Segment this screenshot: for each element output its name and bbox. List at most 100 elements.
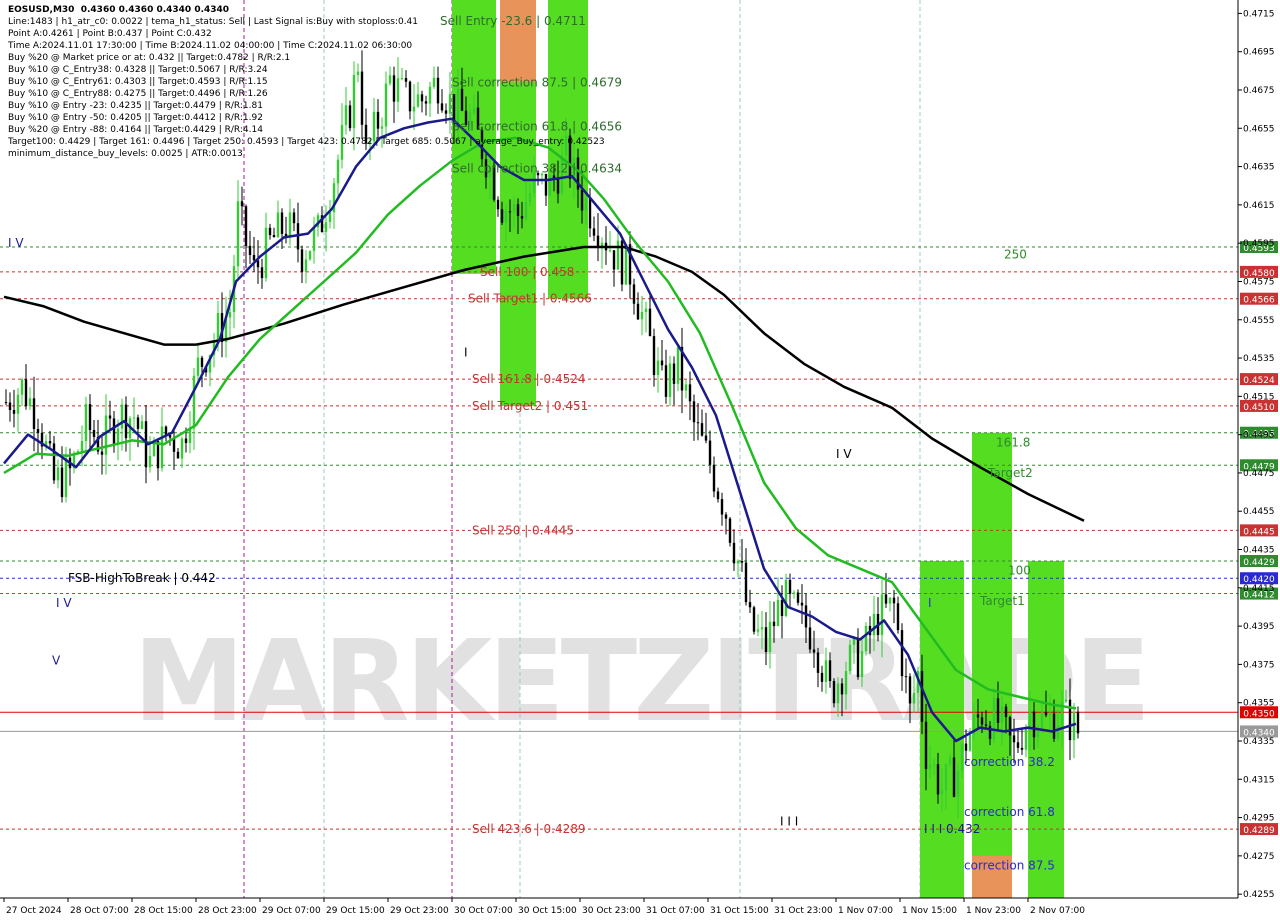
chart-annotation: Sell 161.8 | 0.4524 xyxy=(472,372,586,386)
chart-annotation: correction 61.8 xyxy=(964,805,1055,819)
y-tick-label: 0.4695 xyxy=(1243,48,1275,58)
chart-annotation: Sell Target1 | 0.4566 xyxy=(468,292,592,306)
x-tick-label: 30 Oct 07:00 xyxy=(454,906,513,916)
candle-body xyxy=(1004,706,1008,718)
x-tick-label: 31 Oct 07:00 xyxy=(646,906,705,916)
x-tick-label: 28 Oct 07:00 xyxy=(70,906,129,916)
y-tick-label: 0.4415 xyxy=(1243,584,1275,594)
candle-body xyxy=(692,401,696,423)
y-tick-label: 0.4495 xyxy=(1243,431,1275,441)
info-line: Buy %10 @ C_Entry88: 0.4275 || Target:0.… xyxy=(8,89,268,99)
candle-body xyxy=(288,212,292,237)
candle-body xyxy=(744,562,748,603)
candle-body xyxy=(8,402,12,411)
y-tick-label: 0.4535 xyxy=(1243,354,1275,364)
y-tick-label: 0.4435 xyxy=(1243,546,1275,556)
chart-annotation: 250 xyxy=(1004,248,1027,262)
candle-body xyxy=(116,428,120,445)
candle-body xyxy=(108,415,112,419)
candle-body xyxy=(60,467,64,498)
candle-body xyxy=(504,211,508,223)
candle-body xyxy=(1076,711,1080,734)
candle-body xyxy=(652,336,656,376)
candle-body xyxy=(272,235,276,238)
candle-body xyxy=(1056,725,1060,739)
candle-body xyxy=(912,692,916,704)
y-tick-label: 0.4295 xyxy=(1243,814,1275,824)
candle-body xyxy=(508,211,512,213)
candle-body xyxy=(336,159,340,184)
candle-body xyxy=(696,422,700,424)
x-tick-label: 28 Oct 23:00 xyxy=(198,906,257,916)
candle-body xyxy=(976,714,980,718)
candle-body xyxy=(632,284,636,304)
candle-body xyxy=(844,670,848,695)
candle-body xyxy=(712,464,716,492)
candle-body xyxy=(616,240,620,270)
x-tick-label: 30 Oct 15:00 xyxy=(518,906,577,916)
info-line: Line:1483 | h1_atr_c0: 0.0022 | tema_h1_… xyxy=(8,17,419,27)
candle-body xyxy=(1028,711,1032,729)
chart-annotation: correction 38.2 xyxy=(964,755,1055,769)
candle-body xyxy=(4,402,8,404)
candle-body xyxy=(512,204,516,212)
y-tick-label: 0.4655 xyxy=(1243,124,1275,134)
candle-body xyxy=(252,255,256,261)
chart-annotation: V xyxy=(52,654,61,668)
candle-body xyxy=(32,398,36,429)
info-line: Buy %10 @ C_Entry61: 0.4303 || Target:0.… xyxy=(8,77,268,87)
candle-body xyxy=(324,222,328,232)
candle-body xyxy=(300,249,304,272)
symbol-label: EOSUSD,M30 xyxy=(8,5,75,15)
x-tick-label: 30 Oct 23:00 xyxy=(582,906,641,916)
info-line: Buy %10 @ Entry -50: 0.4205 || Target:0.… xyxy=(8,113,263,123)
candle-body xyxy=(28,398,32,407)
candle-body xyxy=(292,212,296,224)
candle-body xyxy=(240,201,244,207)
candle-body xyxy=(612,250,616,270)
candle-body xyxy=(936,764,940,795)
candle-body xyxy=(308,250,312,260)
candle-body xyxy=(92,430,96,437)
candle-body xyxy=(64,457,68,498)
candle-body xyxy=(992,698,996,739)
candle-body xyxy=(848,644,852,671)
candle-body xyxy=(1024,728,1028,750)
candle-body xyxy=(792,592,796,594)
candle-body xyxy=(900,630,904,677)
candle-body xyxy=(304,259,308,272)
candle-body xyxy=(892,597,896,604)
candle-body xyxy=(132,417,136,419)
candle-body xyxy=(640,312,644,320)
chart-annotation: Sell correction 38.2 | 0.4634 xyxy=(452,161,622,175)
candle-body xyxy=(20,379,24,395)
indicator-info-panel: EOSUSD,M30 0.4360 0.4360 0.4340 0.4340 L… xyxy=(8,4,605,160)
candle-body xyxy=(556,178,560,194)
y-tick-label: 0.4375 xyxy=(1243,660,1275,670)
x-tick-label: 1 Nov 07:00 xyxy=(838,906,893,916)
candle-body xyxy=(684,384,688,391)
candle-body xyxy=(580,189,584,211)
candle-body xyxy=(668,363,672,397)
price-level-badge-label: 0.4524 xyxy=(1243,376,1275,386)
candle-body xyxy=(940,790,944,795)
info-line: Target100: 0.4429 | Target 161: 0.4496 |… xyxy=(8,137,605,147)
candle-body xyxy=(756,629,760,632)
chart-annotation: correction 87.5 xyxy=(964,858,1055,872)
candle-body xyxy=(24,379,28,407)
candle-body xyxy=(728,518,732,543)
candle-body xyxy=(1016,742,1020,748)
candle-body xyxy=(948,757,952,765)
candle-body xyxy=(112,418,116,445)
y-tick-label: 0.4395 xyxy=(1243,622,1275,632)
candle-body xyxy=(1020,747,1024,750)
candle-body xyxy=(140,421,144,429)
y-tick-label: 0.4675 xyxy=(1243,86,1275,96)
candle-body xyxy=(904,676,908,678)
candle-body xyxy=(192,375,196,429)
candle-body xyxy=(644,308,648,313)
candle-body xyxy=(780,599,784,616)
price-level-badge-label: 0.4510 xyxy=(1243,403,1275,413)
candle-body xyxy=(1040,712,1044,729)
chart-annotation: I xyxy=(928,596,932,610)
